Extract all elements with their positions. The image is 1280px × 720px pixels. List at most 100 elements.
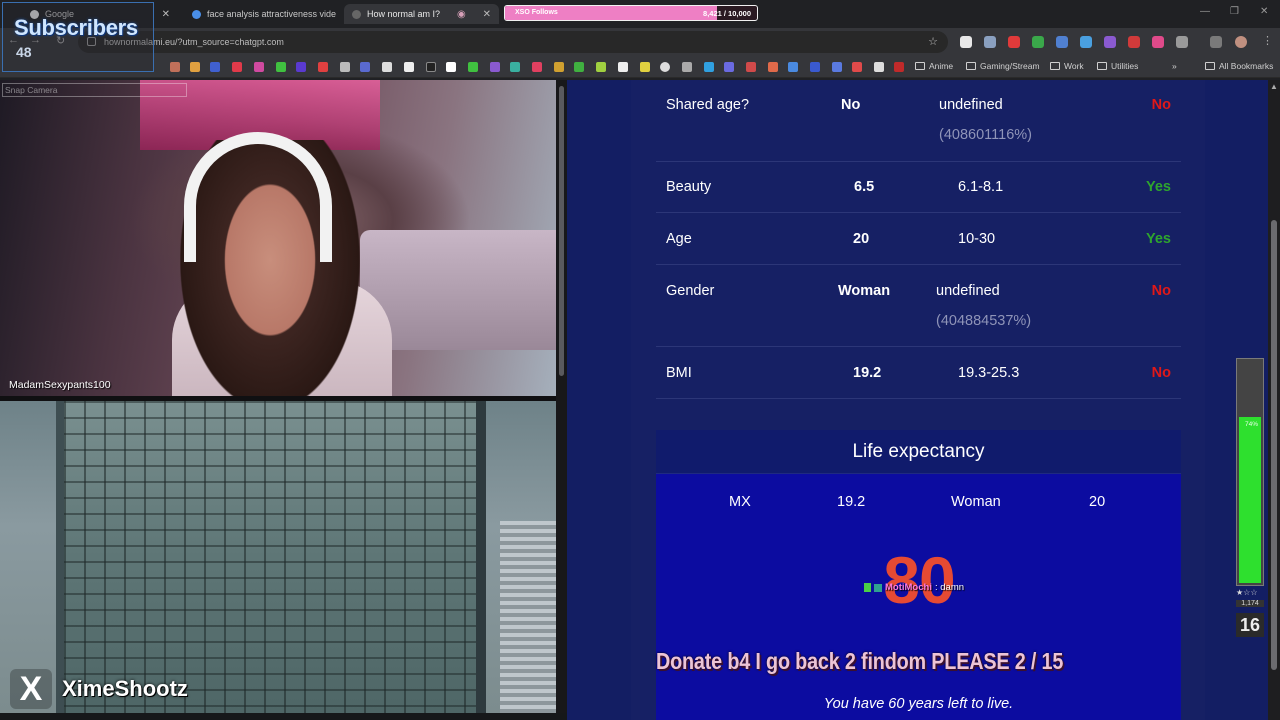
minimize-icon[interactable]: — — [1200, 6, 1210, 17]
tiktok-icon[interactable] — [426, 62, 436, 72]
extension-icon[interactable] — [960, 36, 972, 48]
bookmark-icon[interactable] — [382, 62, 392, 72]
extension-icon[interactable] — [1032, 36, 1044, 48]
bookmark-icon[interactable] — [724, 62, 734, 72]
window-close-icon[interactable]: ✕ — [1260, 6, 1268, 17]
bookmark-icon[interactable] — [318, 62, 328, 72]
scrollbar-thumb[interactable] — [1271, 220, 1277, 670]
glass-tower — [56, 401, 486, 713]
star-icon[interactable]: ☆ — [928, 35, 938, 48]
life-input-country: MX — [729, 494, 751, 510]
bookmark-folder-work[interactable]: Work — [1050, 61, 1084, 71]
sub-badge-icon — [874, 583, 882, 592]
life-expectancy-years: 80 — [883, 543, 955, 617]
extension-icon[interactable] — [984, 36, 996, 48]
chevron-right-icon[interactable]: » — [1172, 61, 1177, 71]
bookmark-folder-anime[interactable]: Anime — [915, 61, 953, 71]
result-row-age: Age 20 10-30 Yes — [656, 213, 1181, 265]
bookmark-folder-all[interactable]: All Bookmarks — [1205, 61, 1273, 71]
bookmark-icon[interactable] — [596, 62, 606, 72]
menu-icon[interactable]: ⋮ — [1262, 34, 1273, 47]
bookmark-icon[interactable] — [532, 62, 542, 72]
life-input-bmi: 19.2 — [837, 494, 866, 510]
close-tab-icon[interactable]: ✕ — [483, 9, 491, 20]
bookmark-icon[interactable] — [704, 62, 714, 72]
folder-icon — [1097, 62, 1107, 70]
life-input-age: 20 — [1089, 494, 1106, 510]
result-row-gender: Gender Woman undefined (404884537%) No — [656, 265, 1181, 347]
bookmark-icon[interactable] — [340, 62, 350, 72]
facebook-icon[interactable] — [810, 62, 820, 72]
row-label: Shared age? — [666, 97, 750, 113]
extension-icon[interactable] — [1152, 36, 1164, 48]
folder-icon — [966, 62, 976, 70]
x-logo-icon: X — [10, 669, 52, 709]
folder-icon — [1050, 62, 1060, 70]
bookmark-icon[interactable] — [574, 62, 584, 72]
bookmark-icon[interactable] — [554, 62, 564, 72]
profile-icon[interactable] — [1235, 36, 1247, 48]
result-row-bmi: BMI 19.2 19.3-25.3 No — [656, 347, 1181, 399]
x-twitter-icon[interactable] — [404, 62, 414, 72]
result-row-beauty: Beauty 6.5 6.1-8.1 Yes — [656, 162, 1181, 213]
hype-meter-percent: 74% — [1245, 421, 1259, 428]
google-g-icon — [192, 9, 201, 19]
bookmark-icon[interactable] — [446, 62, 456, 72]
result-row-shared-age: Shared age? No undefined (408601116%) No — [656, 80, 1181, 162]
bookmark-icon[interactable] — [852, 62, 862, 72]
video-scrollbar[interactable] — [556, 80, 567, 720]
kick-badge-icon — [864, 583, 871, 592]
extension-icon[interactable] — [1080, 36, 1092, 48]
bookmark-icon[interactable] — [746, 62, 756, 72]
page-scrollbar[interactable]: ▲ — [1268, 80, 1280, 720]
hype-level: 16 — [1236, 613, 1264, 637]
bookmark-icon[interactable] — [682, 62, 692, 72]
twitch-icon[interactable] — [1104, 36, 1116, 48]
scroll-up-icon[interactable]: ▲ — [1270, 82, 1278, 91]
bookmark-icon[interactable] — [190, 62, 200, 72]
twitch-icon[interactable] — [490, 62, 500, 72]
address-bar[interactable]: hownormalami.eu/?utm_source=chatgpt.com … — [78, 31, 948, 53]
bookmark-icon[interactable] — [510, 62, 520, 72]
camera-name: MadamSexypants100 — [9, 379, 111, 391]
bookmark-icon[interactable] — [894, 62, 904, 72]
maximize-icon[interactable]: ❐ — [1230, 6, 1239, 17]
tab-how-normal[interactable]: How normal am I? ◉ ✕ — [344, 4, 499, 24]
close-tab-icon[interactable]: ✕ — [162, 9, 170, 20]
extension-icon[interactable] — [1056, 36, 1068, 48]
chat-message: MotiMochi : damn — [864, 582, 964, 593]
kick-icon[interactable] — [276, 62, 286, 72]
tab-face-analysis[interactable]: face analysis attractiveness vide ✕ — [184, 4, 340, 24]
row-range-percent: (408601116%) — [939, 127, 1032, 143]
bookmark-icon[interactable] — [360, 62, 370, 72]
youtube-icon[interactable] — [232, 62, 242, 72]
bookmark-folder-gaming[interactable]: Gaming/Stream — [966, 61, 1040, 71]
sidebar-icon[interactable] — [1210, 36, 1222, 48]
bookmark-icon[interactable] — [832, 62, 842, 72]
row-label: Gender — [666, 283, 715, 299]
bookmark-icon[interactable] — [618, 62, 628, 72]
extension-icon[interactable] — [1008, 36, 1020, 48]
bookmark-icon[interactable] — [874, 62, 884, 72]
bookmark-icon[interactable] — [170, 62, 180, 72]
scrollbar-thumb[interactable] — [559, 86, 564, 376]
row-range: undefined — [939, 97, 1003, 113]
x-username: XimeShootz — [62, 676, 188, 701]
extensions-icon[interactable] — [1176, 36, 1188, 48]
bookmark-icon[interactable] — [768, 62, 778, 72]
life-input-gender: Woman — [951, 494, 1001, 510]
kick-icon[interactable] — [468, 62, 478, 72]
bookmark-icon[interactable] — [296, 62, 306, 72]
bookmark-icon[interactable] — [788, 62, 798, 72]
bottom-strip — [0, 713, 567, 720]
life-expectancy-header: Life expectancy — [656, 430, 1181, 474]
extension-icon[interactable] — [1128, 36, 1140, 48]
bookmark-icon[interactable] — [660, 62, 670, 72]
bookmark-folder-utilities[interactable]: Utilities — [1097, 61, 1138, 71]
row-label: BMI — [666, 365, 692, 381]
row-value: 19.2 — [853, 365, 882, 381]
bookmark-icon[interactable] — [210, 62, 220, 72]
bookmark-icon[interactable] — [640, 62, 650, 72]
instagram-icon[interactable] — [254, 62, 264, 72]
row-value: Woman — [838, 283, 891, 299]
